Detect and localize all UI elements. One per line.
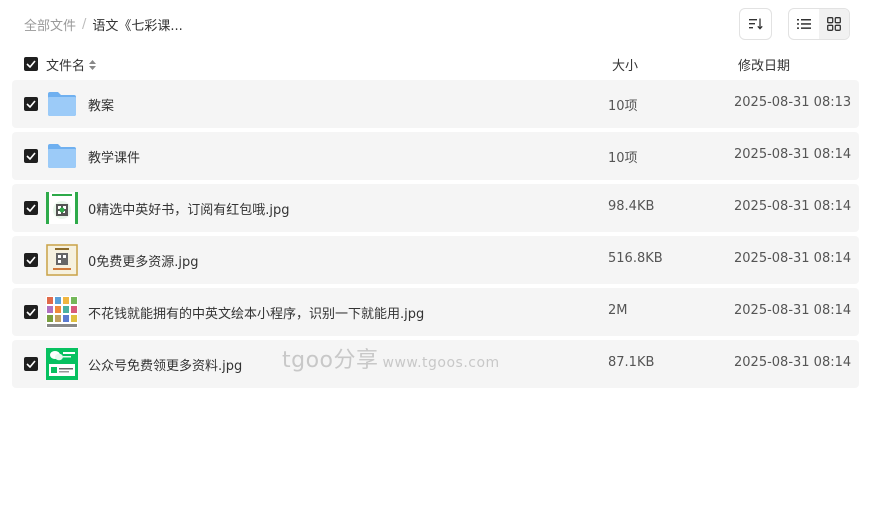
file-row[interactable]: 0精选中英好书，订阅有红包哦.jpg 98.4KB 2025-08-31 08:… [12,184,859,232]
file-row[interactable]: 不花钱就能拥有的中英文绘本小程序，识别一下就能用.jpg 2M 2025-08-… [12,288,859,336]
file-name: 0免费更多资源.jpg [88,255,199,270]
column-header-size[interactable]: 大小 [612,55,638,74]
check-icon [26,360,36,368]
grid-view-button[interactable] [819,9,849,39]
column-header-date[interactable]: 修改日期 [738,55,790,74]
picture-books-image-thumbnail [46,296,78,328]
file-date: 2025-08-31 08:14 [734,355,852,370]
watermark-url: www.tgoos.com [382,355,500,371]
view-toolbar [739,8,850,40]
row-checkbox[interactable] [24,149,38,163]
sort-icon [748,18,763,30]
sort-caret-icon [89,59,97,70]
file-name: 公众号免费领更多资料.jpg [88,359,243,374]
file-row[interactable]: 教案 10项 2025-08-31 08:13 [12,80,859,128]
poster-image-thumbnail [46,244,78,276]
grid-view-icon [827,17,841,31]
file-size: 10项 [608,99,638,114]
file-name: 教案 [88,99,115,114]
watermark-brand: tgoo分享 [282,348,379,373]
row-checkbox[interactable] [24,201,38,215]
file-size: 87.1KB [608,355,655,370]
column-header-name-label: 文件名 [46,59,86,74]
row-checkbox[interactable] [24,97,38,111]
file-date: 2025-08-31 08:14 [734,199,852,214]
breadcrumb: 全部文件 / 语文《七彩课... [24,15,183,34]
file-date: 2025-08-31 08:14 [734,303,852,318]
breadcrumb-current: 语文《七彩课... [92,19,183,34]
row-checkbox[interactable] [24,305,38,319]
check-icon [26,204,36,212]
file-name: 不花钱就能拥有的中英文绘本小程序，识别一下就能用.jpg [88,307,425,322]
file-name: 教学课件 [88,151,141,166]
list-view-button[interactable] [789,9,819,39]
file-date: 2025-08-31 08:14 [734,147,852,162]
check-icon [26,308,36,316]
folder-icon [48,92,76,116]
row-checkbox[interactable] [24,357,38,371]
file-size: 10项 [608,151,638,166]
file-date: 2025-08-31 08:13 [734,95,852,110]
check-icon [26,100,36,108]
check-icon [26,152,36,160]
check-icon [26,60,36,68]
select-all-checkbox[interactable] [24,57,38,71]
qr-code-image-thumbnail [46,192,78,224]
column-header-name[interactable]: 文件名 [46,55,97,74]
file-date: 2025-08-31 08:14 [734,251,852,266]
file-size: 516.8KB [608,251,663,266]
breadcrumb-separator: / [82,17,87,32]
sort-button[interactable] [739,8,772,40]
watermark: tgoo分享 www.tgoos.com [282,342,500,374]
row-checkbox[interactable] [24,253,38,267]
list-view-icon [797,19,811,29]
view-mode-toggle [788,8,850,40]
file-row[interactable]: 0免费更多资源.jpg 516.8KB 2025-08-31 08:14 [12,236,859,284]
folder-icon [48,144,76,168]
file-name: 0精选中英好书，订阅有红包哦.jpg [88,203,290,218]
file-size: 2M [608,303,628,318]
wechat-image-thumbnail [46,348,78,380]
file-list-header: 文件名 大小 修改日期 [24,55,859,74]
file-row[interactable]: 教学课件 10项 2025-08-31 08:14 [12,132,859,180]
breadcrumb-root-link[interactable]: 全部文件 [24,15,76,34]
check-icon [26,256,36,264]
file-size: 98.4KB [608,199,655,214]
